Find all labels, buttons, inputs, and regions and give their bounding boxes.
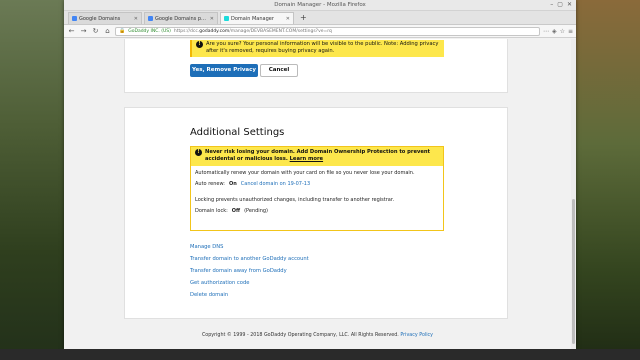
tab-label: Domain Manager: [231, 15, 274, 22]
page-footer: Copyright © 1999 - 2018 GoDaddy Operatin…: [64, 333, 571, 338]
bookmark-icon[interactable]: ☆: [560, 28, 565, 35]
privacy-warning-text: Are you sure? Your personal information …: [206, 41, 439, 54]
manage-dns-link[interactable]: Manage DNS: [190, 241, 309, 253]
domain-lock-row: Domain lock: Off (Pending): [195, 208, 439, 215]
transfer-away-link[interactable]: Transfer domain away from GoDaddy: [190, 265, 309, 277]
tab-google-domains[interactable]: Google Domains ✕: [68, 12, 142, 24]
pocket-icon[interactable]: ◈: [552, 28, 557, 35]
url-text: https://dcc.godaddy.com/manage/DEVBASEME…: [173, 28, 332, 34]
window-controls: – ▢ ✕: [550, 1, 572, 9]
more-icon[interactable]: ⋯: [543, 28, 549, 35]
domain-lock-status: (Pending): [244, 208, 268, 214]
godaddy-icon: [224, 16, 229, 21]
home-icon[interactable]: ⌂: [103, 27, 112, 36]
page-viewport: ! Are you sure? Your personal informatio…: [64, 39, 576, 349]
protection-warning: ! Never risk losing your domain. Add Dom…: [191, 147, 443, 166]
toolbar-icons: ⋯ ◈ ☆ ≡: [543, 28, 573, 35]
learn-more-link[interactable]: Learn more: [290, 156, 323, 162]
warning-icon: !: [196, 41, 203, 48]
lock-description: Locking prevents unauthorized changes, i…: [195, 197, 395, 203]
auto-renew-label: Auto renew:: [195, 181, 225, 187]
scrollbar[interactable]: [571, 39, 576, 349]
maximize-icon[interactable]: ▢: [557, 1, 563, 9]
auto-renew-value: On: [228, 181, 237, 187]
tab-google-domains-pricing[interactable]: Google Domains pricing and... ✕: [144, 12, 218, 24]
privacy-policy-link[interactable]: Privacy Policy: [400, 333, 433, 338]
section-title: Additional Settings: [190, 127, 285, 138]
close-tab-icon[interactable]: ✕: [134, 16, 138, 22]
url-bar[interactable]: 🔒 GoDaddy INC. (US) https://dcc.godaddy.…: [115, 26, 540, 36]
cancel-domain-link[interactable]: Cancel domain on 19-07-13: [241, 181, 310, 188]
auth-code-link[interactable]: Get authorization code: [190, 277, 309, 289]
minimize-icon[interactable]: –: [550, 1, 553, 9]
navigation-bar: ← → ↻ ⌂ 🔒 GoDaddy INC. (US) https://dcc.…: [64, 25, 576, 38]
domain-lock-value: Off: [231, 208, 241, 214]
lock-icon: 🔒: [119, 28, 126, 34]
forward-icon[interactable]: →: [79, 27, 88, 36]
google-icon: [72, 16, 77, 21]
close-icon[interactable]: ✕: [567, 1, 572, 9]
auto-renew-row: Auto renew: On Cancel domain on 19-07-13: [195, 181, 439, 188]
warning-icon: !: [195, 149, 202, 156]
close-tab-icon[interactable]: ✕: [286, 16, 290, 22]
browser-window: Domain Manager - Mozilla Firefox – ▢ ✕ G…: [64, 0, 576, 349]
cancel-button[interactable]: Cancel: [260, 64, 298, 77]
remove-privacy-button[interactable]: Yes, Remove Privacy: [190, 64, 258, 77]
desktop-wallpaper-right: [576, 0, 640, 360]
delete-domain-link[interactable]: Delete domain: [190, 289, 309, 301]
tab-bar: Google Domains ✕ Google Domains pricing …: [64, 11, 576, 25]
tab-label: Google Domains pricing and...: [155, 15, 208, 22]
tab-domain-manager[interactable]: Domain Manager ✕: [220, 12, 294, 24]
window-titlebar: Domain Manager - Mozilla Firefox – ▢ ✕: [64, 0, 576, 11]
desktop-wallpaper-left: [0, 0, 64, 360]
window-title: Domain Manager - Mozilla Firefox: [274, 2, 366, 8]
copyright-text: Copyright © 1999 - 2018 GoDaddy Operatin…: [201, 333, 399, 338]
transfer-account-link[interactable]: Transfer domain to another GoDaddy accou…: [190, 253, 309, 265]
close-tab-icon[interactable]: ✕: [210, 16, 214, 22]
desktop-taskbar: [0, 349, 640, 360]
domain-actions: Manage DNS Transfer domain to another Go…: [190, 241, 309, 301]
back-icon[interactable]: ←: [67, 27, 76, 36]
scrollbar-thumb[interactable]: [572, 199, 575, 344]
reload-icon[interactable]: ↻: [91, 27, 100, 36]
new-tab-button[interactable]: +: [296, 12, 311, 24]
privacy-card: ! Are you sure? Your personal informatio…: [124, 39, 508, 93]
auto-renew-description: Automatically renew your domain with you…: [195, 170, 415, 176]
menu-icon[interactable]: ≡: [568, 28, 573, 35]
site-identity: GoDaddy INC. (US): [128, 28, 171, 34]
tab-label: Google Domains: [79, 15, 121, 22]
settings-body: Automatically renew your domain with you…: [191, 166, 443, 219]
google-icon: [148, 16, 153, 21]
domain-lock-label: Domain lock:: [195, 208, 228, 214]
privacy-warning: ! Are you sure? Your personal informatio…: [190, 40, 444, 57]
additional-settings-card: Additional Settings ! Never risk losing …: [124, 107, 508, 319]
settings-box: ! Never risk losing your domain. Add Dom…: [190, 146, 444, 231]
